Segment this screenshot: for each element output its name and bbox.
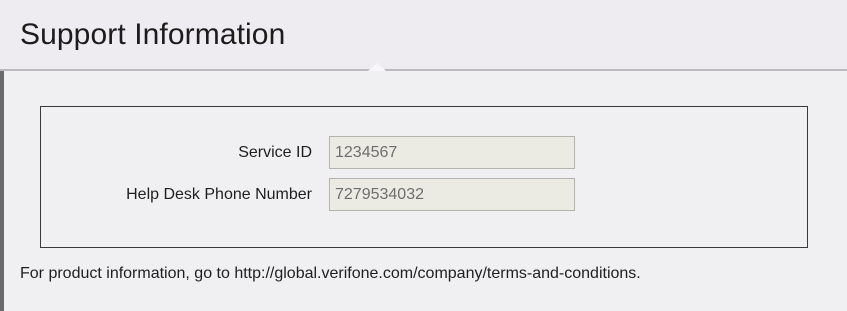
help-desk-phone-field[interactable] (329, 178, 575, 211)
page-title: Support Information (20, 18, 286, 51)
help-desk-phone-row: Help Desk Phone Number (41, 178, 807, 211)
page-header: Support Information (0, 0, 847, 71)
product-info-text: For product information, go to http://gl… (20, 265, 641, 282)
service-id-row: Service ID (41, 136, 807, 169)
service-id-field[interactable] (329, 136, 575, 169)
service-id-label: Service ID (238, 144, 312, 161)
help-desk-phone-label: Help Desk Phone Number (126, 186, 312, 203)
support-fields-box: Service ID Help Desk Phone Number (40, 106, 808, 248)
support-info-panel: Service ID Help Desk Phone Number For pr… (0, 71, 847, 311)
header-pointer-notch (368, 63, 386, 71)
